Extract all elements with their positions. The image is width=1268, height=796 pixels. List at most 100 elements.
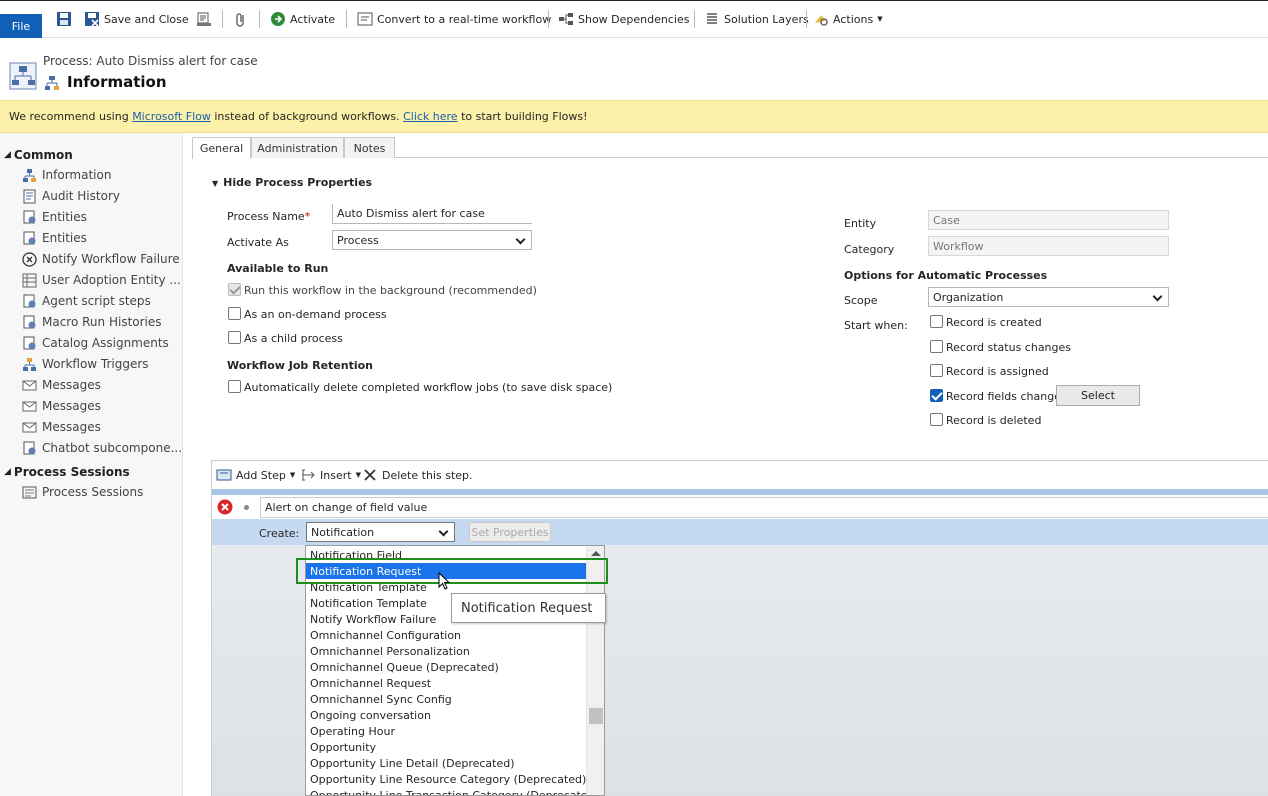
process-name-label: Process Name* bbox=[227, 210, 311, 223]
scroll-up-arrow-icon[interactable] bbox=[591, 551, 601, 556]
convert-button[interactable]: Convert to a real-time workflow bbox=[357, 9, 551, 29]
attach-button[interactable] bbox=[233, 9, 249, 29]
record-fields-change-checkbox[interactable] bbox=[930, 389, 943, 402]
dropdown-option[interactable]: Omnichannel Sync Config bbox=[306, 691, 586, 707]
record-assigned-label: Record is assigned bbox=[946, 365, 1049, 378]
sidebar-item-catalog-assignments[interactable]: Catalog Assignments bbox=[22, 333, 182, 353]
dropdown-option[interactable]: Opportunity bbox=[306, 739, 586, 755]
sidebar-item-label: Notify Workflow Failure bbox=[42, 252, 180, 266]
scrollbar-thumb[interactable] bbox=[589, 708, 603, 724]
dropdown-option[interactable]: Operating Hour bbox=[306, 723, 586, 739]
sidebar-item-messages[interactable]: Messages bbox=[22, 375, 182, 395]
actions-label: Actions bbox=[833, 12, 874, 26]
step-description-field[interactable]: Alert on change of field value bbox=[260, 497, 1268, 518]
scope-select[interactable]: Organization bbox=[928, 287, 1169, 307]
print-preview-icon bbox=[196, 11, 212, 27]
microsoft-flow-link[interactable]: Microsoft Flow bbox=[132, 110, 211, 123]
select-fields-button[interactable]: Select bbox=[1056, 385, 1140, 406]
sidebar-item-information[interactable]: Information bbox=[22, 165, 182, 185]
insert-button[interactable]: Insert ▼ bbox=[300, 465, 361, 485]
sidebar-item-entities[interactable]: Entities bbox=[22, 228, 182, 248]
entity-icon bbox=[22, 315, 37, 330]
hide-process-properties-toggle[interactable]: ▼ Hide Process Properties bbox=[212, 176, 372, 189]
actions-gear-icon bbox=[813, 11, 829, 27]
process-name-field[interactable]: Auto Dismiss alert for case bbox=[332, 204, 532, 224]
sidebar-section-common[interactable]: ◢ Common bbox=[4, 148, 73, 162]
child-process-checkbox[interactable] bbox=[228, 331, 241, 344]
tab-notes[interactable]: Notes bbox=[344, 137, 395, 158]
scope-label: Scope bbox=[844, 294, 878, 307]
dropdown-option[interactable]: Omnichannel Personalization bbox=[306, 643, 586, 659]
activate-button[interactable]: Activate bbox=[270, 9, 335, 29]
sidebar-item-messages[interactable]: Messages bbox=[22, 417, 182, 437]
trigger-icon bbox=[22, 357, 37, 372]
add-step-button[interactable]: Add Step ▼ bbox=[216, 465, 295, 485]
sidebar-item-process-sessions[interactable]: Process Sessions bbox=[22, 482, 182, 502]
dropdown-option[interactable]: Ongoing conversation bbox=[306, 707, 586, 723]
dropdown-option[interactable]: Omnichannel Configuration bbox=[306, 627, 586, 643]
job-retention-heading: Workflow Job Retention bbox=[227, 359, 373, 372]
sidebar-item-audit-history[interactable]: Audit History bbox=[22, 186, 182, 206]
tab-general[interactable]: General bbox=[192, 137, 251, 159]
dropdown-option[interactable]: Opportunity Line Detail (Deprecated) bbox=[306, 755, 586, 771]
entity-icon bbox=[22, 441, 37, 456]
save-close-button[interactable]: Save and Close bbox=[84, 9, 189, 29]
sidebar-item-macro-run-histories[interactable]: Macro Run Histories bbox=[22, 312, 182, 332]
ribbon-separator bbox=[222, 10, 223, 28]
show-dependencies-button[interactable]: Show Dependencies bbox=[558, 9, 689, 29]
save-button[interactable] bbox=[56, 9, 72, 29]
dropdown-option[interactable]: Opportunity Line Resource Category (Depr… bbox=[306, 771, 586, 787]
solution-layers-button[interactable]: Solution Layers bbox=[704, 9, 809, 29]
record-deleted-checkbox[interactable] bbox=[930, 413, 943, 426]
run-background-label: Run this workflow in the background (rec… bbox=[244, 284, 537, 297]
chevron-down-icon bbox=[438, 526, 449, 537]
click-here-link[interactable]: Click here bbox=[403, 110, 458, 123]
banner-text: We recommend using bbox=[9, 110, 133, 123]
tab-administration[interactable]: Administration bbox=[251, 137, 344, 158]
record-fields-change-label: Record fields change bbox=[946, 390, 1061, 403]
set-properties-button[interactable]: Set Properties bbox=[469, 522, 551, 542]
envelope-icon bbox=[22, 378, 37, 393]
options-auto-heading: Options for Automatic Processes bbox=[844, 269, 1048, 282]
on-demand-checkbox[interactable] bbox=[228, 307, 241, 320]
sidebar-item-workflow-triggers[interactable]: Workflow Triggers bbox=[22, 354, 182, 374]
print-button[interactable] bbox=[196, 9, 212, 29]
toggle-label: Hide Process Properties bbox=[223, 176, 373, 189]
flow-recommendation-banner: We recommend using Microsoft Flow instea… bbox=[0, 100, 1268, 133]
add-step-icon bbox=[216, 467, 232, 483]
dropdown-option[interactable]: Omnichannel Request bbox=[306, 675, 586, 691]
section-label: Common bbox=[13, 148, 73, 162]
activate-icon bbox=[270, 11, 286, 27]
record-status-checkbox[interactable] bbox=[930, 340, 943, 353]
entity-field: Case bbox=[928, 210, 1169, 230]
auto-delete-checkbox[interactable] bbox=[228, 380, 241, 393]
record-created-checkbox[interactable] bbox=[930, 315, 943, 328]
sidebar-item-chatbot-subcompone[interactable]: Chatbot subcompone... bbox=[22, 438, 182, 458]
sidebar-section-process-sessions[interactable]: ◢ Process Sessions bbox=[4, 465, 130, 479]
run-background-checkbox[interactable] bbox=[228, 283, 241, 296]
dropdown-option[interactable]: Omnichannel Queue (Deprecated) bbox=[306, 659, 586, 675]
sidebar-item-user-adoption-entity[interactable]: User Adoption Entity ... bbox=[22, 270, 182, 290]
ribbon-separator bbox=[548, 10, 549, 28]
file-button[interactable]: File bbox=[0, 14, 42, 38]
sidebar-item-label: User Adoption Entity ... bbox=[42, 273, 181, 287]
record-assigned-checkbox[interactable] bbox=[930, 364, 943, 377]
sessions-icon bbox=[22, 485, 37, 500]
create-entity-select[interactable]: Notification bbox=[306, 522, 455, 542]
sidebar-item-notify-workflow-failure[interactable]: Notify Workflow Failure bbox=[22, 249, 182, 269]
available-to-run-heading: Available to Run bbox=[227, 262, 329, 275]
activate-as-select[interactable]: Process bbox=[332, 230, 532, 250]
insert-label: Insert bbox=[320, 468, 352, 482]
sidebar-item-entities[interactable]: Entities bbox=[22, 207, 182, 227]
sidebar-item-messages[interactable]: Messages bbox=[22, 396, 182, 416]
activate-label: Activate bbox=[290, 12, 336, 26]
child-process-label: As a child process bbox=[244, 332, 343, 345]
sidebar-item-agent-script-steps[interactable]: Agent script steps bbox=[22, 291, 182, 311]
save-close-label: Save and Close bbox=[104, 12, 189, 26]
dropdown-option[interactable]: Opportunity Line Transaction Category (D… bbox=[306, 787, 599, 796]
save-icon bbox=[56, 11, 72, 27]
show-dependencies-label: Show Dependencies bbox=[578, 12, 690, 26]
tooltip: Notification Request bbox=[451, 593, 606, 623]
delete-step-button[interactable]: Delete this step. bbox=[362, 465, 473, 485]
actions-menu[interactable]: Actions ▼ bbox=[813, 9, 883, 29]
